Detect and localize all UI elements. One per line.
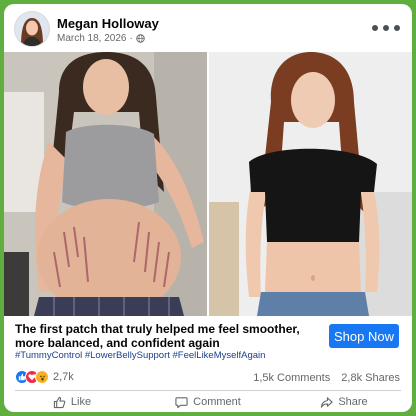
engagement-stats: 2,7k 1,5k Comments 2,8k Shares — [4, 366, 412, 388]
before-photo — [4, 52, 207, 316]
reaction-count: 2,7k — [53, 371, 74, 383]
shares-count[interactable]: 2,8k Shares — [341, 372, 400, 384]
like-button[interactable]: Like — [4, 392, 140, 412]
wow-icon — [35, 370, 49, 384]
hashtags[interactable]: #TummyControl #LowerBellySupport #FeelLi… — [15, 350, 265, 361]
separator-dot: · — [129, 33, 133, 44]
shop-now-button[interactable]: Shop Now — [329, 324, 399, 348]
post-date[interactable]: March 18, 2026 — [57, 33, 127, 44]
comment-icon — [175, 396, 188, 408]
post-meta: March 18, 2026 · — [57, 33, 145, 44]
post-media[interactable] — [4, 52, 412, 316]
author-name[interactable]: Megan Holloway — [57, 16, 159, 31]
post-header: Megan Holloway March 18, 2026 · — [4, 4, 412, 52]
author-avatar[interactable] — [15, 12, 49, 46]
globe-icon — [136, 34, 145, 43]
thumbs-up-icon — [53, 396, 66, 408]
share-icon — [321, 396, 333, 408]
like-label: Like — [70, 396, 92, 408]
ad-caption: The first patch that truly helped me fee… — [4, 316, 412, 366]
more-options-icon[interactable] — [372, 22, 400, 34]
post-actions: Like Comment Share — [4, 392, 412, 412]
ad-post-card: Megan Holloway March 18, 2026 · The firs… — [4, 4, 412, 412]
comment-label: Comment — [193, 396, 241, 408]
after-photo — [209, 52, 412, 316]
reactions-summary[interactable]: 2,7k — [15, 369, 74, 385]
actions-divider — [15, 390, 401, 391]
share-button[interactable]: Share — [276, 392, 412, 412]
comment-button[interactable]: Comment — [140, 392, 276, 412]
ad-headline[interactable]: The first patch that truly helped me fee… — [15, 322, 315, 350]
comment-share-counts: 1,5k Comments 2,8k Shares — [253, 372, 400, 384]
comments-count[interactable]: 1,5k Comments — [253, 372, 330, 384]
share-label: Share — [338, 396, 368, 408]
